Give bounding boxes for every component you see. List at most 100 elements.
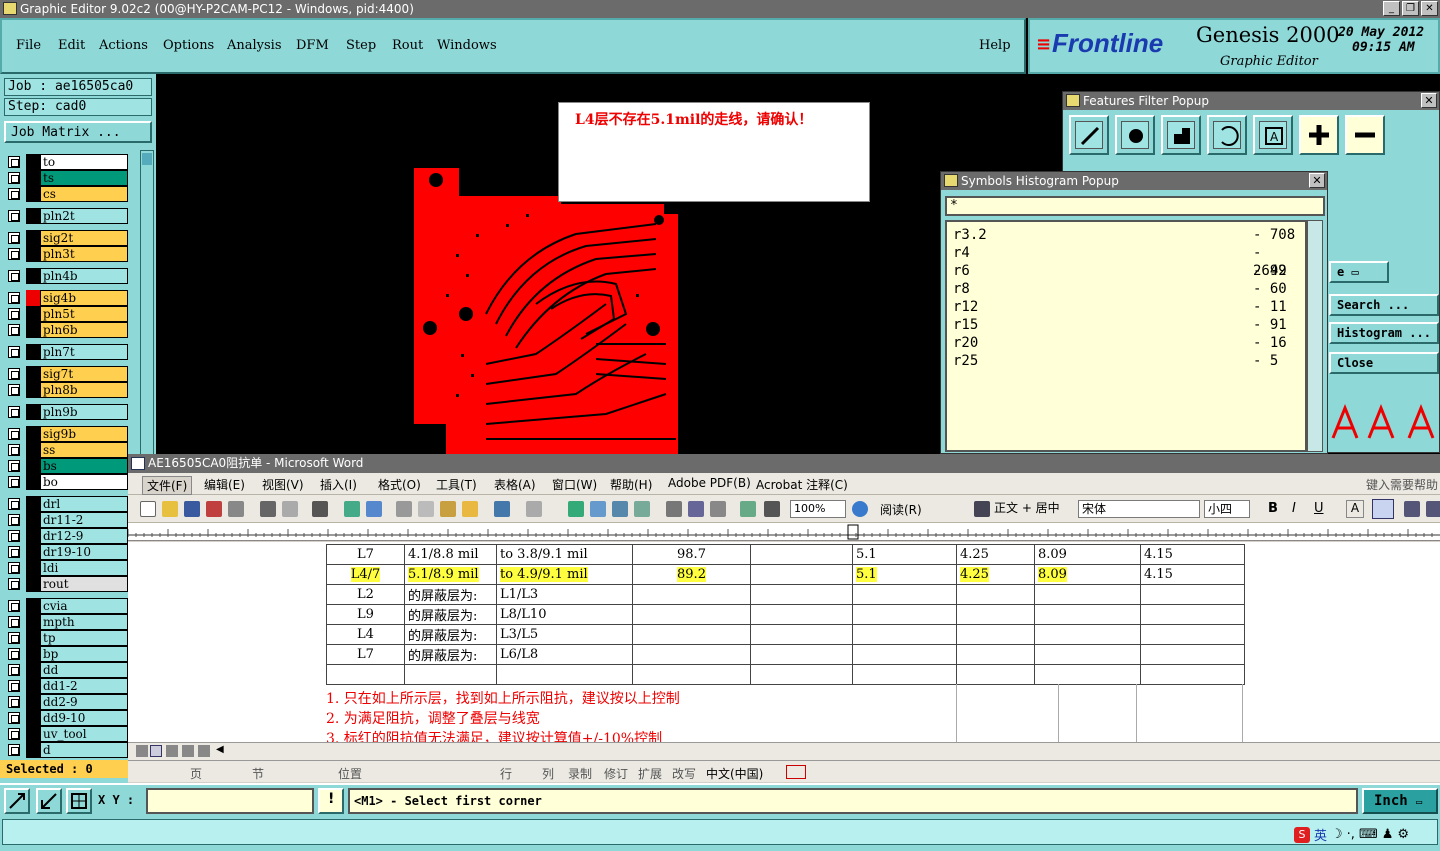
table-cell[interactable] — [852, 584, 957, 605]
table-cell[interactable]: 5.1/8.9 mil — [404, 564, 497, 585]
table-cell[interactable]: L4 — [326, 624, 405, 645]
table-cell[interactable] — [956, 584, 1035, 605]
format-painter-icon[interactable] — [462, 501, 478, 517]
layer-checkbox[interactable] — [8, 232, 20, 244]
normal-view-icon[interactable] — [136, 745, 148, 757]
layer-name[interactable]: pln9b — [40, 404, 128, 420]
system-tray[interactable]: S 英 ☽ ·, ⌨ ♟ ⚙ — [1294, 825, 1409, 844]
layer-color-swatch[interactable] — [26, 726, 40, 742]
layer-name[interactable]: ts — [40, 170, 128, 186]
layer-name[interactable]: ss — [40, 442, 128, 458]
research-icon[interactable] — [366, 501, 382, 517]
layer-checkbox[interactable] — [8, 210, 20, 222]
table-cell[interactable]: 4.1/8.8 mil — [404, 544, 497, 565]
layer-color-swatch[interactable] — [26, 186, 40, 202]
underline-button[interactable]: U — [1314, 501, 1324, 516]
table-cell[interactable] — [1140, 644, 1245, 665]
table-cell[interactable]: 98.7 — [632, 544, 751, 565]
insert-table-icon[interactable] — [612, 501, 628, 517]
pad-tool-button[interactable] — [1115, 115, 1155, 155]
layer-checkbox[interactable] — [8, 156, 20, 168]
table-cell[interactable]: L2 — [326, 584, 405, 605]
spelling-icon[interactable] — [344, 501, 360, 517]
layer-color-swatch[interactable] — [26, 614, 40, 630]
table-cell[interactable]: 的屏蔽层为: — [404, 624, 497, 645]
print-icon[interactable] — [260, 501, 276, 517]
layer-color-swatch[interactable] — [26, 404, 40, 420]
table-cell[interactable] — [750, 664, 853, 685]
menu-actions[interactable]: Actions — [99, 38, 148, 53]
save-icon[interactable] — [184, 501, 200, 517]
histogram-filter-input[interactable]: * — [945, 196, 1325, 216]
table-cell[interactable]: L7 — [326, 544, 405, 565]
table-cell[interactable]: 4.15 — [1140, 564, 1245, 585]
layer-name[interactable]: dr11-2 — [40, 512, 128, 528]
menu-file[interactable]: File — [16, 38, 41, 53]
open-folder-icon[interactable] — [162, 501, 178, 517]
layer-color-swatch[interactable] — [26, 662, 40, 678]
table-cell[interactable]: 8.09 — [1034, 564, 1141, 585]
layer-checkbox[interactable] — [8, 324, 20, 336]
layer-name[interactable]: bo — [40, 474, 128, 490]
keyboard-icon[interactable]: ⌨ — [1359, 827, 1378, 842]
reading-mode-button[interactable]: 阅读(R) — [880, 501, 922, 518]
word-menu-acrobat[interactable]: Acrobat 注释(C) — [756, 476, 848, 493]
ime-logo-icon[interactable]: S — [1294, 826, 1310, 843]
spelling-status-icon[interactable] — [786, 765, 806, 779]
status-extend[interactable]: 扩展 — [638, 765, 662, 782]
table-cell[interactable] — [750, 624, 853, 645]
layer-name[interactable]: pln4b — [40, 268, 128, 284]
layer-color-swatch[interactable] — [26, 528, 40, 544]
grid-icon[interactable] — [66, 788, 92, 814]
histogram-row[interactable]: r12 - 11 — [953, 298, 1303, 316]
table-cell[interactable]: L6/L8 — [496, 644, 633, 665]
table-cell[interactable] — [496, 664, 633, 685]
layer-color-swatch[interactable] — [26, 154, 40, 170]
layer-color-swatch[interactable] — [26, 474, 40, 490]
histogram-row[interactable]: r4- 2642 — [953, 244, 1303, 279]
menu-windows[interactable]: Windows — [437, 38, 497, 53]
layer-color-swatch[interactable] — [26, 710, 40, 726]
table-cell[interactable]: to 3.8/9.1 mil — [496, 544, 633, 565]
menu-dfm[interactable]: DFM — [296, 38, 329, 53]
table-cell[interactable]: 89.2 — [632, 564, 751, 585]
arc-tool-button[interactable] — [1207, 115, 1247, 155]
cut-icon[interactable] — [396, 501, 412, 517]
layer-checkbox[interactable] — [8, 616, 20, 628]
table-cell[interactable]: 的屏蔽层为: — [404, 644, 497, 665]
word-menu-table[interactable]: 表格(A) — [494, 476, 536, 493]
columns-icon[interactable] — [666, 501, 682, 517]
layer-checkbox[interactable] — [8, 248, 20, 260]
layer-color-swatch[interactable] — [26, 268, 40, 284]
layer-name[interactable]: rout — [40, 576, 128, 592]
hyperlink-icon[interactable] — [568, 501, 584, 517]
layer-name[interactable]: sig4b — [40, 290, 128, 306]
table-cell[interactable]: L3/L5 — [496, 624, 633, 645]
table-cell[interactable] — [956, 624, 1035, 645]
email-icon[interactable] — [228, 501, 244, 517]
text-tool-button[interactable]: A — [1253, 115, 1293, 155]
tables-borders-icon[interactable] — [590, 501, 606, 517]
font-select[interactable]: 宋体 — [1078, 500, 1200, 518]
layer-checkbox[interactable] — [8, 346, 20, 358]
symbol-icons[interactable] — [1329, 402, 1439, 442]
table-cell[interactable]: L7 — [326, 644, 405, 665]
style-select[interactable]: 正文 + 居中 — [994, 500, 1074, 518]
surface-tool-button[interactable] — [1161, 115, 1201, 155]
word-menu-adobe-pdf[interactable]: Adobe PDF(B) — [668, 476, 751, 490]
permission-icon[interactable] — [206, 501, 222, 517]
layer-checkbox[interactable] — [8, 664, 20, 676]
line-tool-button[interactable] — [1069, 115, 1109, 155]
menu-rout[interactable]: Rout — [392, 38, 423, 53]
table-cell[interactable] — [1140, 624, 1245, 645]
drawing-icon[interactable] — [688, 501, 704, 517]
undo-icon[interactable] — [494, 501, 510, 517]
ime-language[interactable]: 英 — [1314, 825, 1327, 844]
paste-icon[interactable] — [440, 501, 456, 517]
scroll-left-arrow-icon[interactable]: ◀ — [216, 744, 224, 755]
layer-checkbox[interactable] — [8, 498, 20, 510]
table-cell[interactable]: L4/7 — [326, 564, 405, 585]
layer-checkbox[interactable] — [8, 744, 20, 756]
document-map-icon[interactable] — [710, 501, 726, 517]
table-cell[interactable] — [632, 584, 751, 605]
